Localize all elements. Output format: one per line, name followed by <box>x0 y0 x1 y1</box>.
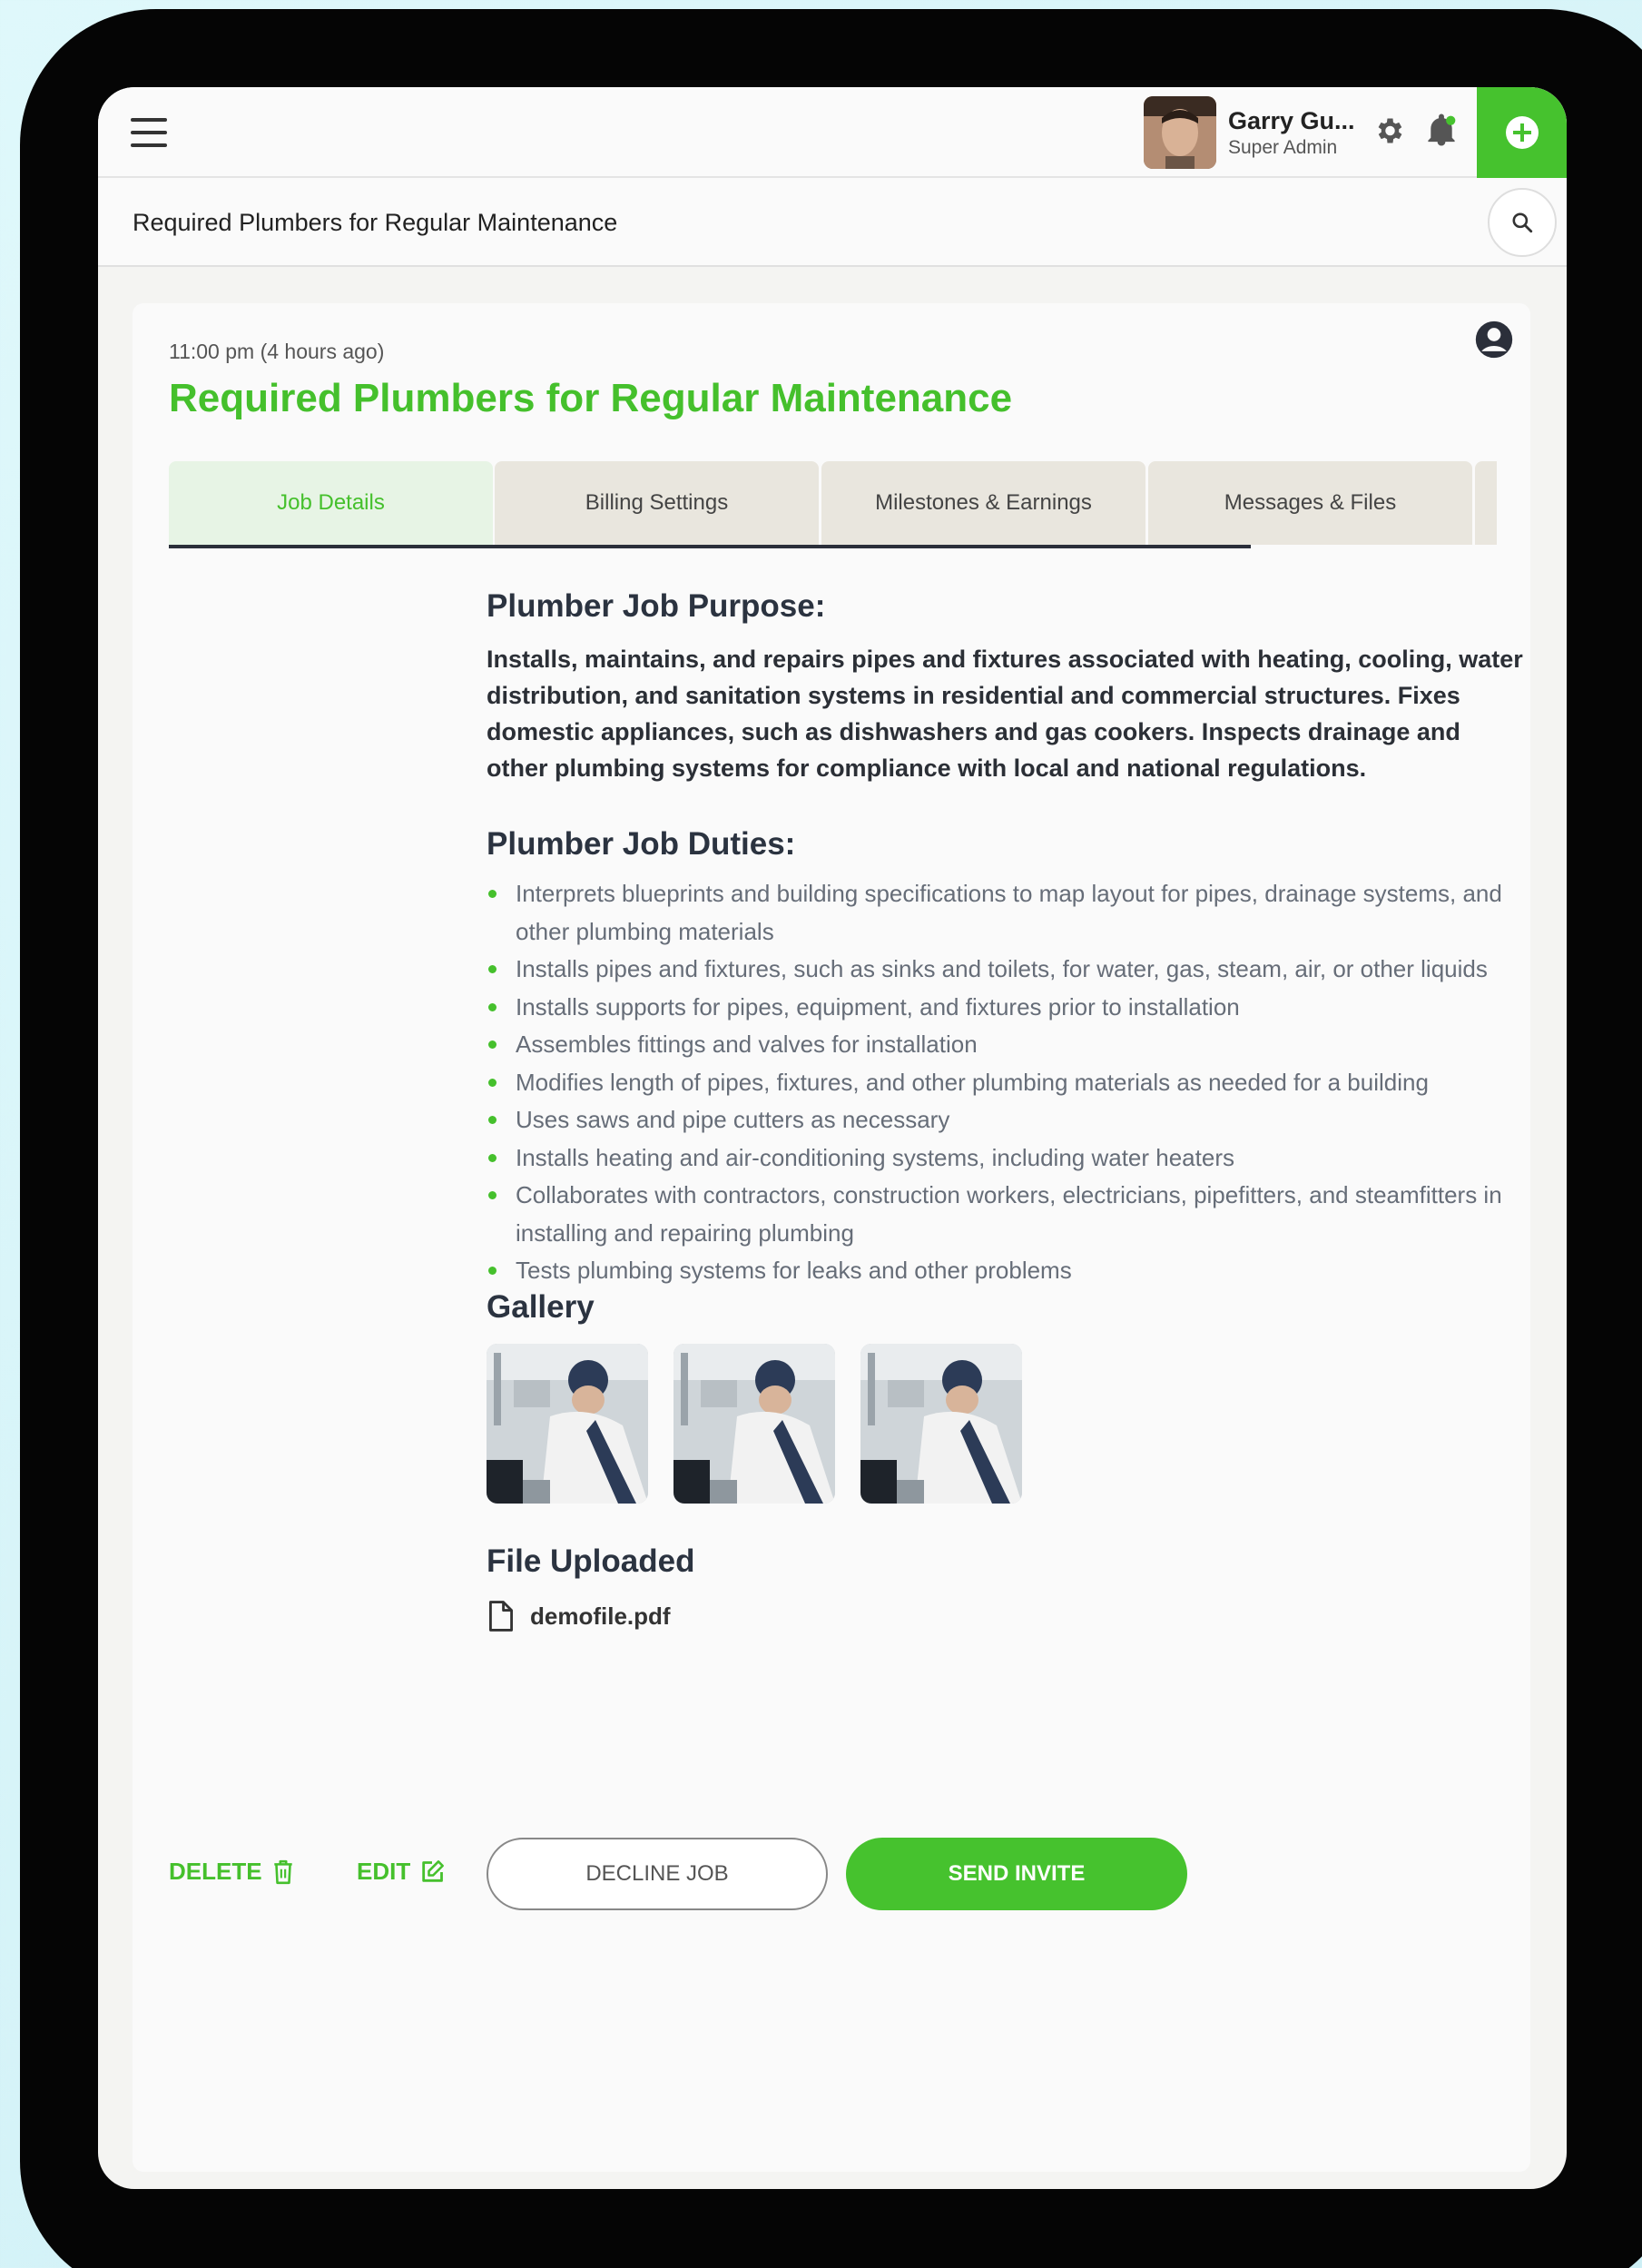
page-title: Required Plumbers for Regular Maintenanc… <box>133 209 618 236</box>
duties-heading: Plumber Job Duties: <box>487 826 796 862</box>
files-heading: File Uploaded <box>487 1543 695 1579</box>
file-icon <box>489 1601 513 1632</box>
decline-job-button[interactable]: DECLINE JOB <box>487 1838 828 1910</box>
list-item: Interprets blueprints and building speci… <box>487 875 1512 951</box>
user-role: Super Admin <box>1228 137 1338 158</box>
menu-icon[interactable] <box>131 118 167 147</box>
gallery-heading: Gallery <box>487 1289 595 1325</box>
gear-icon[interactable] <box>1372 114 1405 147</box>
app-screen: Garry Gu... Super Admin Required Plumber… <box>98 87 1567 2189</box>
gallery-image[interactable] <box>860 1344 1022 1504</box>
gallery <box>487 1344 1022 1504</box>
tab-bar: Job Details Billing Settings Milestones … <box>169 461 1497 548</box>
tab-messages-files[interactable]: Messages & Files <box>1148 461 1472 545</box>
send-invite-button[interactable]: SEND INVITE <box>846 1838 1187 1910</box>
list-item: Collaborates with contractors, construct… <box>487 1177 1512 1252</box>
duties-list: Interprets blueprints and building speci… <box>487 875 1512 1290</box>
list-item: Assembles fittings and valves for instal… <box>487 1026 1512 1064</box>
list-item: Modifies length of pipes, fixtures, and … <box>487 1064 1512 1102</box>
tab-more[interactable] <box>1475 461 1497 545</box>
search-icon <box>1512 212 1533 233</box>
list-item: Uses saws and pipe cutters as necessary <box>487 1101 1512 1139</box>
list-item: Tests plumbing systems for leaks and oth… <box>487 1252 1512 1290</box>
edit-button[interactable]: EDIT <box>357 1858 445 1886</box>
user-name[interactable]: Garry Gu... <box>1228 107 1355 135</box>
avatar[interactable] <box>1144 96 1216 169</box>
tab-billing-settings[interactable]: Billing Settings <box>495 461 819 545</box>
purpose-text: Installs, maintains, and repairs pipes a… <box>487 646 1523 782</box>
job-timestamp: 11:00 pm (4 hours ago) <box>169 340 385 363</box>
delete-label: DELETE <box>169 1858 262 1885</box>
gallery-image[interactable] <box>674 1344 835 1504</box>
add-button[interactable] <box>1477 87 1567 178</box>
delete-button[interactable]: DELETE <box>169 1858 295 1886</box>
user-circle-icon[interactable] <box>1474 320 1514 360</box>
job-title: Required Plumbers for Regular Maintenanc… <box>169 376 1013 420</box>
list-item: Installs heating and air-conditioning sy… <box>487 1139 1512 1178</box>
edit-icon <box>422 1859 445 1882</box>
top-bar: Garry Gu... Super Admin <box>98 87 1567 178</box>
purpose-heading: Plumber Job Purpose: <box>487 588 826 624</box>
file-name: demofile.pdf <box>530 1602 671 1630</box>
tab-milestones-earnings[interactable]: Milestones & Earnings <box>821 461 1145 545</box>
sub-header: Required Plumbers for Regular Maintenanc… <box>98 178 1567 267</box>
tab-job-details[interactable]: Job Details <box>169 461 493 545</box>
tab-underline <box>169 545 1251 548</box>
gallery-image[interactable] <box>487 1344 648 1504</box>
job-card: 11:00 pm (4 hours ago) Required Plumbers… <box>133 303 1530 2172</box>
trash-icon <box>273 1859 292 1884</box>
bell-icon[interactable] <box>1425 113 1458 147</box>
plus-icon <box>1505 116 1539 149</box>
file-link[interactable]: demofile.pdf <box>487 1600 671 1632</box>
list-item: Installs supports for pipes, equipment, … <box>487 989 1512 1027</box>
search-button[interactable] <box>1488 188 1557 257</box>
list-item: Installs pipes and fixtures, such as sin… <box>487 951 1512 989</box>
edit-label: EDIT <box>357 1858 411 1885</box>
